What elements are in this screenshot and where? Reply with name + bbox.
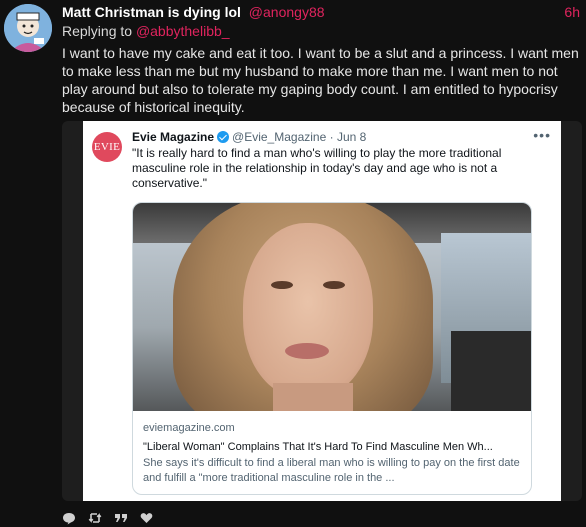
repost-icon[interactable] — [88, 512, 102, 524]
avatar-cartoon-icon — [4, 4, 52, 52]
embedded-tweet-header: Evie Magazine @Evie_Magazine · Jun 8 — [132, 130, 366, 144]
post-text: I want to have my cake and eat it too. I… — [62, 45, 579, 115]
quote-icon[interactable] — [114, 512, 128, 524]
embedded-author-name: Evie Magazine — [132, 130, 215, 144]
embedded-separator: · — [329, 130, 334, 144]
author-handle[interactable]: @anongy88 — [249, 4, 325, 20]
link-preview-meta: eviemagazine.com "Liberal Woman" Complai… — [133, 411, 531, 486]
action-bar — [62, 511, 153, 525]
verified-badge-icon — [217, 131, 230, 143]
evie-logo: EVIE — [92, 132, 122, 162]
link-preview-image — [133, 203, 531, 411]
reply-context: Replying to @abbythelibb_ — [62, 22, 230, 40]
link-preview-card: eviemagazine.com "Liberal Woman" Complai… — [132, 202, 532, 495]
author-name[interactable]: Matt Christman is dying lol — [62, 4, 241, 20]
embedded-date: Jun 8 — [336, 130, 367, 144]
link-domain: eviemagazine.com — [143, 422, 235, 434]
post-time[interactable]: 6h — [564, 3, 580, 21]
reply-to-handle[interactable]: @abbythelibb_ — [136, 23, 230, 39]
link-description: She says it's difficult to find a libera… — [143, 457, 520, 484]
heart-icon[interactable] — [140, 512, 153, 524]
avatar[interactable] — [4, 4, 52, 52]
link-title: "Liberal Woman" Complains That It's Hard… — [143, 441, 493, 453]
embedded-quote-text: "It is really hard to find a man who's w… — [132, 146, 502, 190]
embedded-tweet-screenshot: EVIE Evie Magazine @Evie_Magazine · Jun 8… — [83, 121, 561, 501]
comment-icon[interactable] — [62, 512, 76, 525]
more-options-icon: ••• — [533, 127, 551, 143]
reply-prefix: Replying to — [62, 23, 133, 39]
post-header: Matt Christman is dying lol @anongy88 6h — [62, 3, 582, 23]
embedded-author-handle: @Evie_Magazine — [232, 130, 327, 144]
post-media[interactable]: EVIE Evie Magazine @Evie_Magazine · Jun 8… — [62, 121, 582, 501]
